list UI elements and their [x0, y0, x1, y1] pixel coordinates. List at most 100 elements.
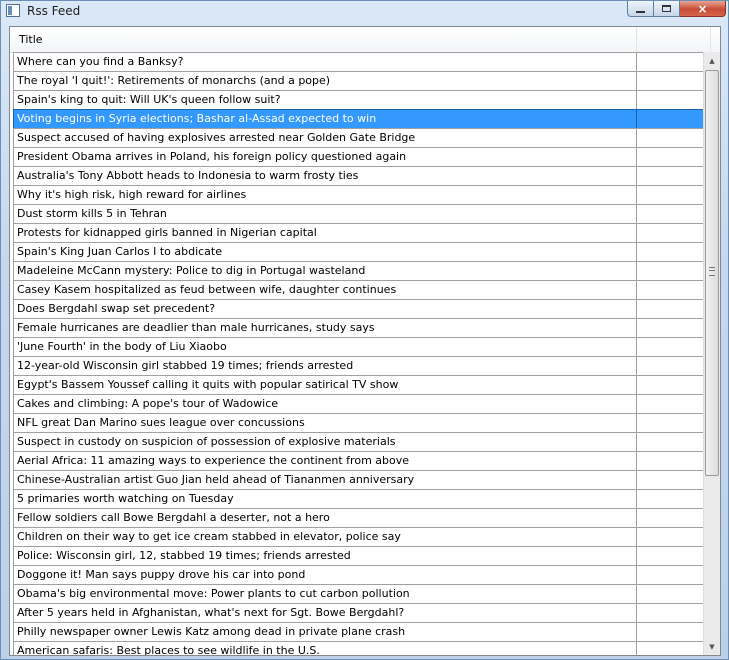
- column-header-title[interactable]: Title: [10, 27, 637, 52]
- table-row[interactable]: After 5 years held in Afghanistan, what'…: [13, 603, 713, 622]
- row-title-cell: Spain's King Juan Carlos I to abdicate: [14, 243, 637, 261]
- row-empty-cell: [637, 300, 712, 318]
- scroll-up-button[interactable]: ▲: [704, 52, 720, 69]
- row-empty-cell: [637, 72, 712, 90]
- title-bar[interactable]: Rss Feed ×: [1, 1, 728, 21]
- row-empty-cell: [637, 433, 712, 451]
- grip-icon: [709, 267, 715, 276]
- table-row[interactable]: Why it's high risk, high reward for airl…: [13, 185, 713, 204]
- row-title-cell: 'June Fourth' in the body of Liu Xiaobo: [14, 338, 637, 356]
- table-row[interactable]: Dust storm kills 5 in Tehran: [13, 204, 713, 223]
- scroll-up-icon: ▲: [709, 56, 715, 65]
- scroll-down-button[interactable]: ▼: [704, 638, 720, 655]
- row-empty-cell: [637, 471, 712, 489]
- row-empty-cell: [637, 148, 712, 166]
- table-row[interactable]: Aerial Africa: 11 amazing ways to experi…: [13, 451, 713, 470]
- table-row[interactable]: Female hurricanes are deadlier than male…: [13, 318, 713, 337]
- maximize-icon: [662, 5, 671, 12]
- list-header: Title: [10, 27, 720, 53]
- minimize-button[interactable]: [627, 1, 654, 17]
- row-empty-cell: [637, 357, 712, 375]
- minimize-icon: [636, 10, 645, 13]
- row-empty-cell: [637, 509, 712, 527]
- rss-feed-window: Rss Feed × Title Where can you find a Ba…: [0, 0, 729, 660]
- row-title-cell: 12-year-old Wisconsin girl stabbed 19 ti…: [14, 357, 637, 375]
- row-title-cell: Dust storm kills 5 in Tehran: [14, 205, 637, 223]
- feed-list-view: Title Where can you find a Banksy? The ro…: [9, 26, 721, 656]
- row-title-cell: Fellow soldiers call Bowe Bergdahl a des…: [14, 509, 637, 527]
- table-row[interactable]: Philly newspaper owner Lewis Katz among …: [13, 622, 713, 641]
- row-empty-cell: [637, 91, 712, 109]
- table-row[interactable]: 'June Fourth' in the body of Liu Xiaobo: [13, 337, 713, 356]
- row-title-cell: Suspect in custody on suspicion of posse…: [14, 433, 637, 451]
- row-title-cell: Where can you find a Banksy?: [14, 53, 637, 71]
- row-title-cell: Police: Wisconsin girl, 12, stabbed 19 t…: [14, 547, 637, 565]
- row-title-cell: Casey Kasem hospitalized as feud between…: [14, 281, 637, 299]
- row-title-cell: Children on their way to get ice cream s…: [14, 528, 637, 546]
- row-empty-cell: [637, 528, 712, 546]
- table-row[interactable]: Spain's King Juan Carlos I to abdicate: [13, 242, 713, 261]
- row-empty-cell: [637, 243, 712, 261]
- row-title-cell: After 5 years held in Afghanistan, what'…: [14, 604, 637, 622]
- table-row[interactable]: Spain's king to quit: Will UK's queen fo…: [13, 90, 713, 109]
- table-row[interactable]: Fellow soldiers call Bowe Bergdahl a des…: [13, 508, 713, 527]
- row-title-cell: American safaris: Best places to see wil…: [14, 642, 637, 655]
- window-title: Rss Feed: [27, 4, 81, 18]
- row-title-cell: Why it's high risk, high reward for airl…: [14, 186, 637, 204]
- row-title-cell: Aerial Africa: 11 amazing ways to experi…: [14, 452, 637, 470]
- row-title-cell: NFL great Dan Marino sues league over co…: [14, 414, 637, 432]
- table-row[interactable]: Protests for kidnapped girls banned in N…: [13, 223, 713, 242]
- app-window-icon: [6, 4, 20, 17]
- row-empty-cell: [637, 110, 712, 128]
- close-icon: ×: [697, 1, 708, 16]
- row-empty-cell: [637, 53, 712, 71]
- table-row[interactable]: Cakes and climbing: A pope's tour of Wad…: [13, 394, 713, 413]
- table-row[interactable]: Police: Wisconsin girl, 12, stabbed 19 t…: [13, 546, 713, 565]
- row-empty-cell: [637, 167, 712, 185]
- table-row[interactable]: American safaris: Best places to see wil…: [13, 641, 713, 655]
- table-row[interactable]: Suspect in custody on suspicion of posse…: [13, 432, 713, 451]
- table-row[interactable]: Where can you find a Banksy?: [13, 52, 713, 71]
- table-row[interactable]: The royal 'I quit!': Retirements of mona…: [13, 71, 713, 90]
- caption-buttons: ×: [627, 1, 726, 17]
- table-row[interactable]: Children on their way to get ice cream s…: [13, 527, 713, 546]
- row-title-cell: Philly newspaper owner Lewis Katz among …: [14, 623, 637, 641]
- table-row[interactable]: Australia's Tony Abbott heads to Indones…: [13, 166, 713, 185]
- table-row[interactable]: 5 primaries worth watching on Tuesday: [13, 489, 713, 508]
- table-row[interactable]: Suspect accused of having explosives arr…: [13, 128, 713, 147]
- table-row[interactable]: NFL great Dan Marino sues league over co…: [13, 413, 713, 432]
- row-empty-cell: [637, 623, 712, 641]
- row-title-cell: 5 primaries worth watching on Tuesday: [14, 490, 637, 508]
- row-empty-cell: [637, 186, 712, 204]
- close-button[interactable]: ×: [680, 1, 726, 17]
- row-empty-cell: [637, 338, 712, 356]
- table-row[interactable]: Casey Kasem hospitalized as feud between…: [13, 280, 713, 299]
- row-title-cell: Madeleine McCann mystery: Police to dig …: [14, 262, 637, 280]
- row-title-cell: Suspect accused of having explosives arr…: [14, 129, 637, 147]
- scroll-thumb[interactable]: [705, 70, 719, 476]
- table-row[interactable]: Madeleine McCann mystery: Police to dig …: [13, 261, 713, 280]
- table-row[interactable]: Egypt's Bassem Youssef calling it quits …: [13, 375, 713, 394]
- column-header-empty[interactable]: [637, 27, 711, 52]
- row-title-cell: President Obama arrives in Poland, his f…: [14, 148, 637, 166]
- row-empty-cell: [637, 566, 712, 584]
- row-empty-cell: [637, 205, 712, 223]
- vertical-scrollbar[interactable]: ▲ ▼: [703, 52, 720, 655]
- table-row[interactable]: Chinese-Australian artist Guo Jian held …: [13, 470, 713, 489]
- table-row[interactable]: Obama's big environmental move: Power pl…: [13, 584, 713, 603]
- table-row[interactable]: 12-year-old Wisconsin girl stabbed 19 ti…: [13, 356, 713, 375]
- table-row[interactable]: Does Bergdahl swap set precedent?: [13, 299, 713, 318]
- row-empty-cell: [637, 490, 712, 508]
- row-empty-cell: [637, 604, 712, 622]
- table-row[interactable]: President Obama arrives in Poland, his f…: [13, 147, 713, 166]
- row-title-cell: Doggone it! Man says puppy drove his car…: [14, 566, 637, 584]
- row-title-cell: Chinese-Australian artist Guo Jian held …: [14, 471, 637, 489]
- table-row[interactable]: Doggone it! Man says puppy drove his car…: [13, 565, 713, 584]
- maximize-button[interactable]: [654, 1, 680, 17]
- row-title-cell: Does Bergdahl swap set precedent?: [14, 300, 637, 318]
- table-row[interactable]: Voting begins in Syria elections; Bashar…: [13, 109, 713, 128]
- row-empty-cell: [637, 642, 712, 655]
- feed-rows: Where can you find a Banksy? The royal 'I…: [13, 52, 713, 655]
- row-empty-cell: [637, 129, 712, 147]
- row-empty-cell: [637, 281, 712, 299]
